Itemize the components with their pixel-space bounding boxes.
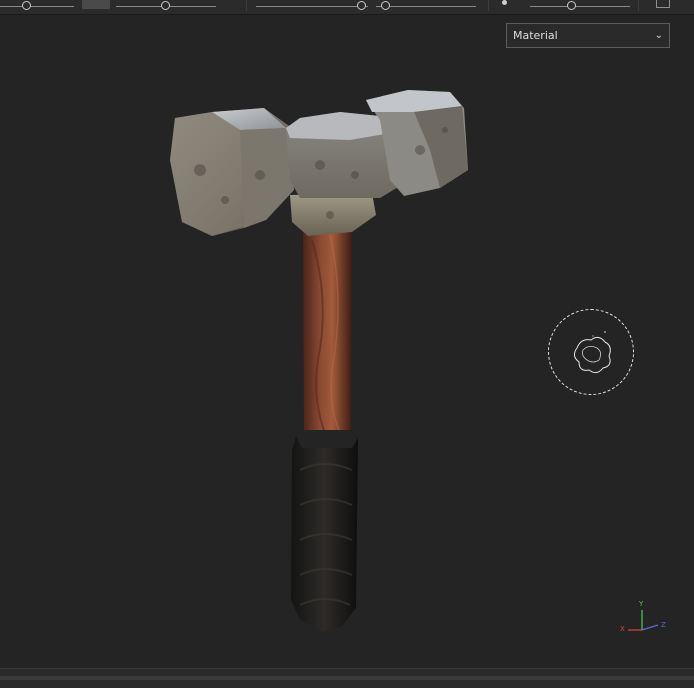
hammer-grip <box>291 430 358 632</box>
toolbar-divider <box>488 0 489 11</box>
render-mode-dropdown[interactable]: Material ⌄ <box>506 23 670 48</box>
view-options-icon[interactable] <box>656 0 670 8</box>
3d-viewport[interactable]: Material ⌄ Y X Z <box>0 15 694 668</box>
toolbar-slider-4[interactable] <box>376 1 476 10</box>
chevron-down-icon: ⌄ <box>654 30 663 41</box>
axis-x-label: X <box>620 625 625 633</box>
toolbar-divider <box>638 0 639 11</box>
slider-knob[interactable] <box>567 1 576 10</box>
brush-stamp-icon <box>573 331 611 374</box>
bottom-scroll-bar[interactable] <box>0 668 694 688</box>
top-toolbar <box>0 0 694 15</box>
slider-knob[interactable] <box>357 1 366 10</box>
toolbar-slider-1[interactable] <box>0 1 74 10</box>
toolbar-slider-5[interactable] <box>530 1 630 10</box>
axis-y-label: Y <box>639 600 644 608</box>
color-swatch[interactable] <box>82 0 110 9</box>
slider-knob[interactable] <box>381 1 390 10</box>
axis-z-label: Z <box>661 621 666 629</box>
axis-lines-icon <box>628 610 659 631</box>
axis-gizmo: Y X Z <box>618 600 674 640</box>
hammer-handle <box>303 230 352 440</box>
render-mode-label: Material <box>513 29 558 42</box>
scroll-track[interactable] <box>0 676 694 680</box>
slider-knob[interactable] <box>22 1 31 10</box>
toolbar-divider <box>246 0 247 11</box>
toolbar-slider-2[interactable] <box>116 1 216 10</box>
pin-icon[interactable] <box>502 0 507 5</box>
brush-cursor <box>548 309 634 395</box>
toolbar-slider-3[interactable] <box>256 1 368 10</box>
slider-knob[interactable] <box>161 1 170 10</box>
